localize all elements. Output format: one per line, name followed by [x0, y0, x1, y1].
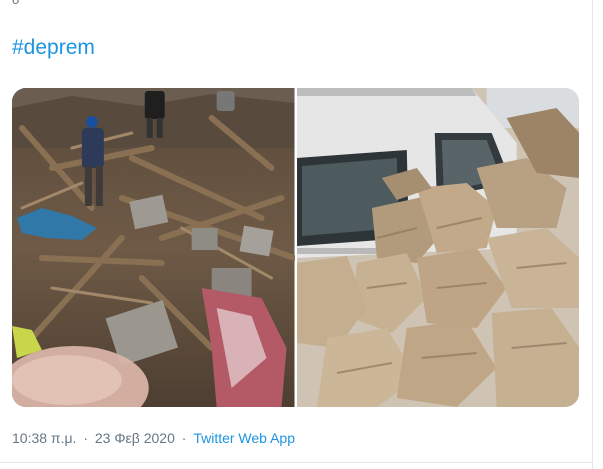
- previous-text-fragment: ο: [12, 0, 20, 7]
- hashtag-link[interactable]: #deprem: [12, 36, 95, 60]
- tweet-time: 10:38 π.μ.: [12, 430, 77, 446]
- person-figure-3: [216, 91, 235, 111]
- rubble-photo-image: [12, 88, 295, 407]
- media-grid: [12, 88, 579, 407]
- separator-dot: ·: [83, 430, 88, 446]
- tweet-metadata: 10:38 π.μ. · 23 Φεβ 2020 · Twitter Web A…: [12, 430, 295, 446]
- tweet-date: 23 Φεβ 2020: [94, 430, 175, 446]
- tweet-card: ο #deprem: [0, 0, 593, 469]
- photo-rubble[interactable]: [12, 88, 295, 407]
- separator-dot: ·: [181, 430, 187, 446]
- card-bottom-divider: [0, 462, 593, 463]
- photo-van[interactable]: [296, 88, 579, 407]
- source-app-link[interactable]: Twitter Web App: [193, 430, 295, 446]
- van-photo-image: [296, 88, 579, 407]
- timestamp-link[interactable]: 10:38 π.μ. · 23 Φεβ 2020: [12, 430, 175, 446]
